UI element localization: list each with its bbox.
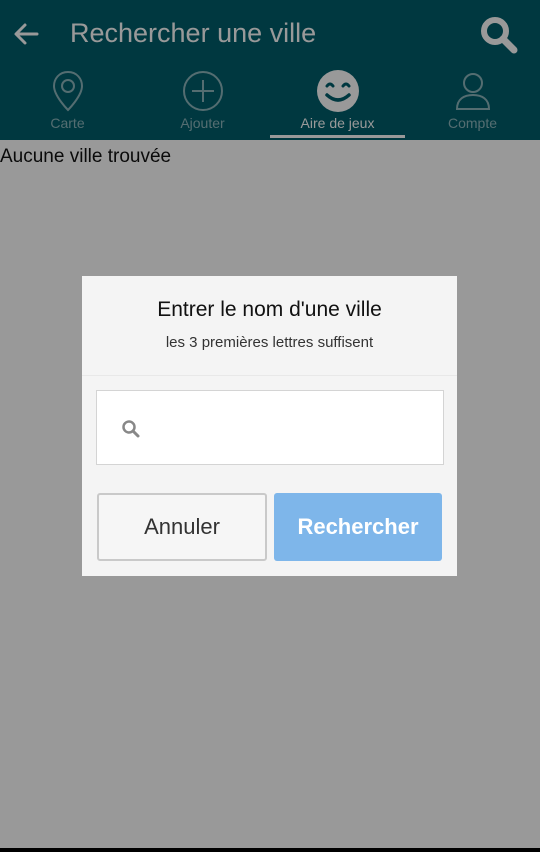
bottom-edge xyxy=(0,848,540,852)
dialog-header: Entrer le nom d'une ville les 3 première… xyxy=(82,276,457,376)
dialog-title: Entrer le nom d'une ville xyxy=(157,298,382,321)
city-search-field[interactable] xyxy=(96,390,444,465)
city-search-dialog: Entrer le nom d'une ville les 3 première… xyxy=(82,276,457,576)
search-button[interactable]: Rechercher xyxy=(274,493,442,561)
cancel-button[interactable]: Annuler xyxy=(97,493,267,561)
city-search-input[interactable] xyxy=(157,391,433,464)
search-icon xyxy=(122,420,140,438)
dialog-subtitle: les 3 premières lettres suffisent xyxy=(165,334,374,351)
